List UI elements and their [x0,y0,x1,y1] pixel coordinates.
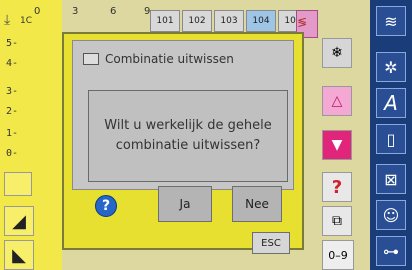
buttonhole-button[interactable]: ▯ [376,124,406,154]
ruler-tick: 0- [6,148,19,159]
triangle-up-icon: △ [331,93,343,109]
program-tab-bar: 101 102 103 104 105 [150,10,308,32]
ruler-top-tick: 0 [34,6,41,17]
setup-icon: ⊶ [383,241,399,261]
tab-101[interactable]: 101 [150,10,180,32]
ruler-tick: 5- [6,38,19,49]
folder-icon [83,53,99,65]
ruler-top-numbers: 0 3 6 9 [20,6,150,20]
help-icon: ? [95,195,117,217]
triangle-down-icon: ▼ [331,137,343,153]
no-button[interactable]: Nee [232,186,282,222]
move-down-button[interactable]: ▼ [322,130,352,160]
ruler-vertical: 5- 4- 3- 2- 1- 0- [0,38,30,168]
zigzag-icon: ≶ [297,15,308,29]
delete-combination-dialog: Combinatie uitwissen Wilt u werkelijk de… [62,32,304,254]
smiley-icon: ☺ [382,205,400,225]
question-icon: ? [331,176,343,198]
quilt-button[interactable]: ⊠ [376,164,406,194]
alphabet-button[interactable]: A [376,88,406,118]
stitch-width-button[interactable]: ◢ [4,206,34,236]
help-button-red[interactable]: ? [322,172,352,202]
ruler-top-tick: 6 [110,6,117,17]
move-up-button[interactable]: △ [322,86,352,116]
ruler-tick: 2- [6,106,19,117]
digits-button[interactable]: 0–9 [322,240,354,270]
dialog-header: Combinatie uitwissen [83,49,234,69]
function-column: ❄ △ ▼ ? ⧉ 0–9 [322,10,358,270]
tab-103[interactable]: 103 [214,10,244,32]
left-panel: ⤓ 1C 5- 4- 3- 2- 1- 0- ◢ ◣ [0,0,62,270]
ruler-tick: 1- [6,128,19,139]
help-button[interactable]: ? [84,186,128,226]
setup-button[interactable]: ⊶ [376,236,406,266]
tab-102[interactable]: 102 [182,10,212,32]
tab-104[interactable]: 104 [246,10,276,32]
presser-foot-icon: ⤓ [4,12,11,28]
buttonhole-icon: ▯ [386,129,396,149]
confirm-message-box: Wilt u werkelijk de gehele combinatie ui… [88,90,288,182]
esc-button[interactable]: ESC [252,232,290,254]
ruler-top-tick: 3 [72,6,79,17]
yes-button[interactable]: Ja [158,186,212,222]
ruler-tick: 4- [6,58,19,69]
dialog-title: Combinatie uitwissen [105,52,234,66]
copy-icon: ⧉ [332,213,342,229]
snowflake-icon: ❄ [331,45,343,61]
right-toolbar: ≋ ✲ A ▯ ⊠ ☺ ⊶ [370,0,412,270]
decorative-icon: ✲ [384,57,398,77]
confirm-message: Wilt u werkelijk de gehele combinatie ui… [104,118,272,153]
stitch-pattern-button[interactable]: ≋ [376,6,406,36]
screen: ⤓ 1C 5- 4- 3- 2- 1- 0- ◢ ◣ 0 3 6 9 101 1… [0,0,412,270]
zigzag-icon: ≋ [384,11,398,31]
decorative-stitch-button[interactable]: ✲ [376,52,406,82]
ruler-tick: 3- [6,86,19,97]
memory-button[interactable]: ⧉ [322,206,352,236]
quilt-icon: ⊠ [384,169,398,189]
pattern-marker-box[interactable] [4,172,32,196]
snowflake-stitch-button[interactable]: ❄ [322,38,352,68]
personal-program-button[interactable]: ☺ [376,200,406,230]
stitch-length-button[interactable]: ◣ [4,240,34,270]
